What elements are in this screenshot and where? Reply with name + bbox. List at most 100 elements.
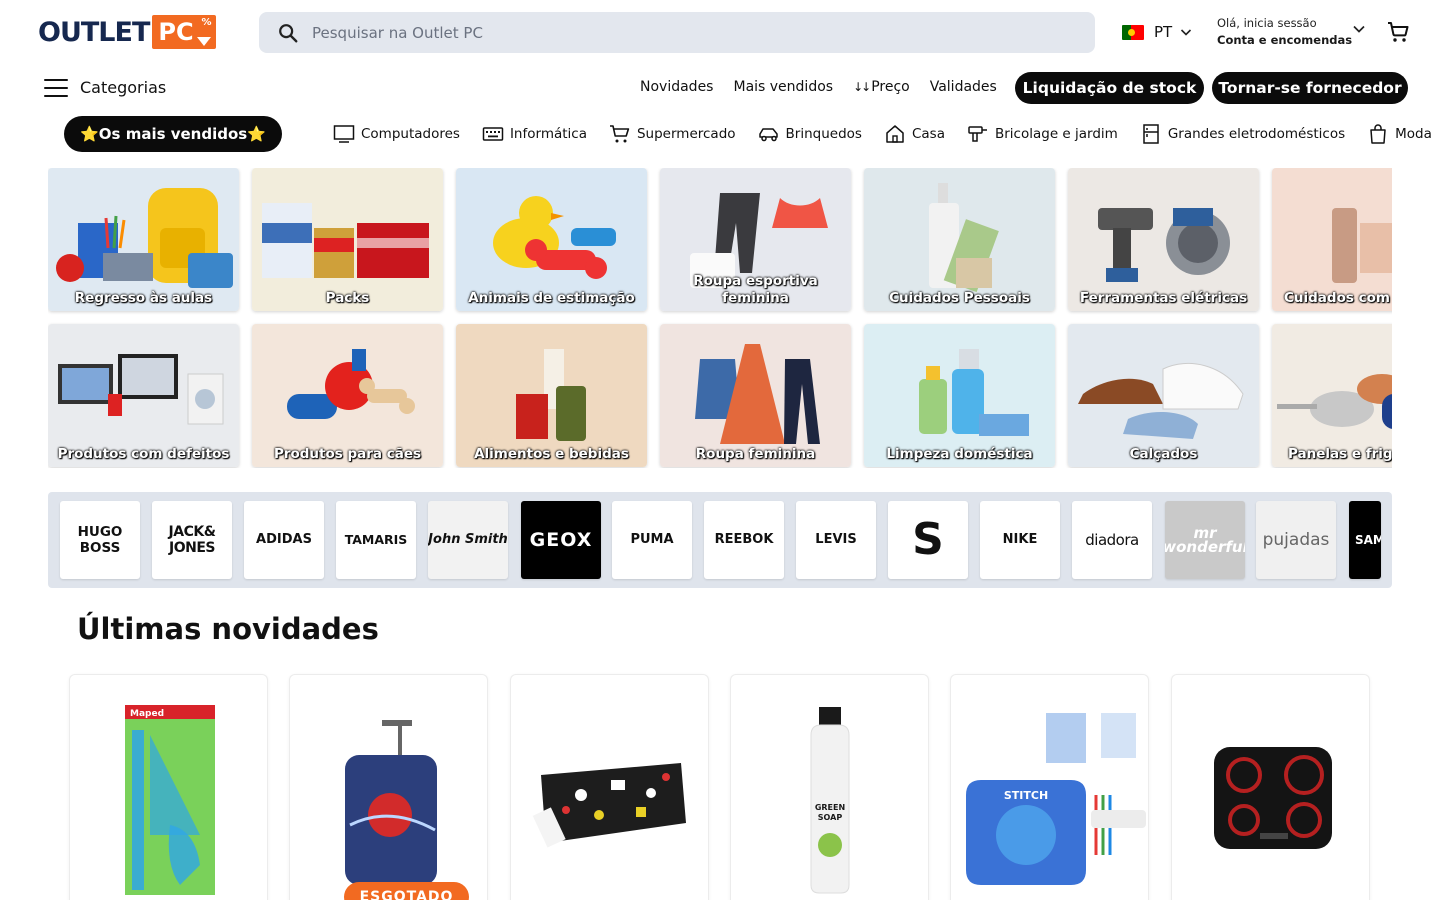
svg-text:STITCH: STITCH xyxy=(1004,789,1048,802)
tile-regresso-aulas[interactable]: Regresso às aulas xyxy=(48,168,239,311)
brand-carousel: HUGO BOSS JACK& JONES ADIDAS TAMARIS Joh… xyxy=(48,492,1392,588)
product-image xyxy=(1214,747,1332,849)
product-card-induction-hob[interactable] xyxy=(1171,674,1370,900)
category-supermercado[interactable]: Supermercado xyxy=(609,124,736,144)
cart-icon xyxy=(609,125,630,143)
become-supplier-button[interactable]: Tornar-se fornecedor xyxy=(1212,72,1408,104)
search-input[interactable] xyxy=(312,23,1012,42)
brand-pujadas[interactable]: pujadas xyxy=(1256,501,1336,579)
nav-link-mais-vendidos[interactable]: Mais vendidos xyxy=(733,79,833,95)
category-computadores[interactable]: Computadores xyxy=(333,124,460,144)
sort-icon: ↓↓ xyxy=(853,80,871,94)
tile-calcados[interactable]: Calçados xyxy=(1068,324,1259,467)
tile-label: Alimentos e bebidas xyxy=(474,446,629,462)
tile-ferramentas[interactable]: Ferramentas elétricas xyxy=(1068,168,1259,311)
tile-label: Calçados xyxy=(1129,446,1198,462)
category-list: Computadores Informática Supermercado Br… xyxy=(333,124,1440,144)
svg-text:SOAP: SOAP xyxy=(818,813,843,822)
tile-panelas[interactable]: Panelas e frig xyxy=(1272,324,1392,467)
liquidation-button[interactable]: Liquidação de stock xyxy=(1015,72,1204,104)
bestsellers-button[interactable]: ⭐Os mais vendidos⭐ xyxy=(64,116,282,152)
outletpc-logo[interactable]: OUTLET PC % xyxy=(38,14,216,50)
search-icon[interactable] xyxy=(277,22,299,44)
account-menu[interactable]: Olá, inicia sessão Conta e encomendas xyxy=(1217,16,1352,47)
logo-accent: PC % xyxy=(152,15,216,49)
chevron-down-icon xyxy=(1181,29,1192,36)
category-bar: ⭐Os mais vendidos⭐ Computadores Informát… xyxy=(0,116,1440,154)
tile-produtos-defeitos[interactable]: Produtos com defeitos xyxy=(48,324,239,467)
categories-button[interactable]: Categorias xyxy=(44,78,166,97)
tile-alimentos[interactable]: Alimentos e bebidas xyxy=(456,324,647,467)
product-list: Maped GREEN SOAP STITCH xyxy=(0,674,1440,900)
svg-text:Maped: Maped xyxy=(130,709,164,719)
tile-roupa-esportiva[interactable]: Roupa esportiva feminina xyxy=(660,168,851,311)
language-selector[interactable]: PT xyxy=(1122,20,1192,44)
tile-cuidados-pessoais[interactable]: Cuidados Pessoais xyxy=(864,168,1055,311)
brand-nike[interactable]: NIKE xyxy=(980,501,1060,579)
category-casa[interactable]: Casa xyxy=(884,124,945,144)
product-image: STITCH xyxy=(966,713,1146,885)
product-image xyxy=(345,720,437,885)
brand-scott[interactable]: S xyxy=(888,501,968,579)
tile-label: Roupa feminina xyxy=(695,446,816,462)
brand-adidas[interactable]: ADIDAS xyxy=(244,501,324,579)
brand-samsonite[interactable]: SAM xyxy=(1349,501,1381,579)
tile-label: Ferramentas elétricas xyxy=(1079,290,1248,306)
monitor-icon xyxy=(333,125,355,143)
main-nav: Categorias Novidades Mais vendidos ↓↓ Pre… xyxy=(0,70,1440,106)
tile-produtos-caes[interactable]: Produtos para cães xyxy=(252,324,443,467)
logo-text: OUTLET xyxy=(38,16,150,48)
sold-out-badge: ESGOTADO xyxy=(344,882,469,900)
tile-label: Produtos com defeitos xyxy=(57,446,230,462)
tile-label: Cuidados Pessoais xyxy=(889,290,1030,306)
svg-text:GREEN: GREEN xyxy=(815,803,845,812)
nav-link-validades[interactable]: Validades xyxy=(930,79,997,95)
account-orders-label: Conta e encomendas xyxy=(1217,33,1353,47)
product-card-pencil-case[interactable] xyxy=(510,674,709,900)
tile-label: Regresso às aulas xyxy=(74,290,213,306)
tile-animais[interactable]: Animais de estimação xyxy=(456,168,647,311)
product-card-maped-rulers[interactable]: Maped xyxy=(69,674,268,900)
shopping-bag-icon xyxy=(1370,124,1386,144)
brand-mr-wonderful[interactable]: mr wonderful xyxy=(1165,501,1245,579)
category-eletrodomesticos[interactable]: Grandes eletrodomésticos xyxy=(1140,124,1345,144)
portugal-flag-icon xyxy=(1122,24,1144,40)
keyboard-icon xyxy=(482,127,504,141)
tile-label: Packs xyxy=(325,290,370,306)
category-bricolage[interactable]: Bricolage e jardim xyxy=(967,124,1118,144)
search-bar[interactable] xyxy=(259,12,1095,53)
house-icon xyxy=(886,125,904,143)
brand-geox[interactable]: GEOX xyxy=(521,501,601,579)
nav-link-novidades[interactable]: Novidades xyxy=(640,79,713,95)
tile-packs[interactable]: Packs xyxy=(252,168,443,311)
fridge-icon xyxy=(1143,124,1159,144)
product-card-green-soap[interactable]: GREEN SOAP xyxy=(730,674,929,900)
brand-puma[interactable]: PUMA xyxy=(612,501,692,579)
toy-car-icon xyxy=(758,128,778,142)
brand-jack-jones[interactable]: JACK& JONES xyxy=(152,501,232,579)
brand-john-smith[interactable]: John Smith xyxy=(428,501,508,579)
brand-hugo-boss[interactable]: HUGO BOSS xyxy=(60,501,140,579)
tile-label: Animais de estimação xyxy=(468,290,635,306)
drill-icon xyxy=(968,126,987,142)
tile-label: Produtos para cães xyxy=(273,446,422,462)
brand-levis[interactable]: LEVIS xyxy=(796,501,876,579)
brand-reebok[interactable]: REEBOK xyxy=(704,501,784,579)
tile-cuidados-com[interactable]: Cuidados com xyxy=(1272,168,1392,311)
category-moda[interactable]: Moda xyxy=(1367,124,1432,144)
categories-label: Categorias xyxy=(80,78,167,97)
product-card-spiderman-suitcase[interactable] xyxy=(289,674,488,900)
product-image xyxy=(532,763,686,848)
tile-roupa-feminina[interactable]: Roupa feminina xyxy=(660,324,851,467)
category-informatica[interactable]: Informática xyxy=(482,124,587,144)
brand-tamaris[interactable]: TAMARIS xyxy=(336,501,416,579)
nav-link-preco[interactable]: ↓↓ Preço xyxy=(853,79,910,95)
tile-limpeza[interactable]: Limpeza doméstica xyxy=(864,324,1055,467)
nav-links: Novidades Mais vendidos ↓↓ Preço Validade… xyxy=(640,79,1017,95)
product-card-stitch-backpack[interactable]: STITCH xyxy=(950,674,1149,900)
account-chevron-down-icon[interactable] xyxy=(1352,22,1366,36)
brand-diadora[interactable]: diadora xyxy=(1072,501,1152,579)
tile-label: Panelas e frig xyxy=(1288,446,1392,462)
category-brinquedos[interactable]: Brinquedos xyxy=(758,124,862,144)
shopping-cart-icon[interactable] xyxy=(1386,20,1410,44)
